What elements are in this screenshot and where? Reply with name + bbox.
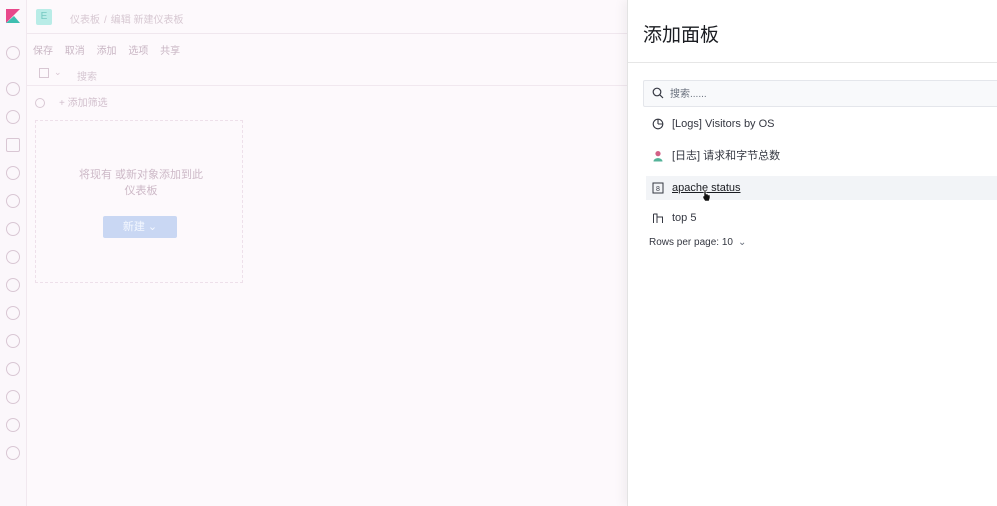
devtools-icon[interactable] <box>6 390 20 404</box>
list-item[interactable]: top 5 <box>648 206 997 230</box>
pie-chart-icon <box>652 118 664 130</box>
search-input[interactable] <box>670 85 990 103</box>
apm-icon[interactable] <box>6 306 20 320</box>
header-bar: E 仪表板 / 编辑 新建仪表板 <box>27 0 627 34</box>
monitoring-icon[interactable] <box>6 418 20 432</box>
query-bar: ⌄ 搜索 <box>27 62 627 86</box>
side-nav <box>0 0 27 506</box>
empty-dashboard-panel: 将现有 或新对象添加到此 仪表板 新建 ⌄ <box>35 120 243 283</box>
chevron-down-icon[interactable]: ⌄ <box>54 67 62 78</box>
new-button[interactable]: 新建 ⌄ <box>103 216 177 238</box>
rows-per-page[interactable]: Rows per page: 10 ⌄ <box>649 237 746 248</box>
search-icon <box>652 87 664 99</box>
saved-query-icon[interactable] <box>39 68 49 78</box>
menu-save[interactable]: 保存 <box>33 46 53 57</box>
management-icon[interactable] <box>6 446 20 460</box>
uptime-icon[interactable] <box>6 334 20 348</box>
app-badge[interactable]: E <box>36 9 52 25</box>
user-icon <box>653 151 663 162</box>
ml-icon[interactable] <box>6 222 20 236</box>
filter-options-icon[interactable] <box>35 98 45 109</box>
add-panels-flyout: 添加面板 [Logs] Visitors by OS [日志] 请求和字节总数 … <box>627 0 997 506</box>
siem-icon[interactable] <box>6 362 20 376</box>
add-filter-link[interactable]: + 添加筛选 <box>59 98 108 109</box>
svg-text:8: 8 <box>656 186 660 193</box>
search-box <box>643 80 997 107</box>
canvas-icon[interactable] <box>6 166 20 180</box>
recent-icon[interactable] <box>6 46 20 60</box>
hand-cursor-icon <box>702 190 711 202</box>
flyout-title: 添加面板 <box>643 25 720 46</box>
breadcrumb: 仪表板 / 编辑 新建仪表板 <box>70 15 184 26</box>
menu-cancel[interactable]: 取消 <box>65 46 85 57</box>
table-icon <box>653 213 663 223</box>
logs-icon[interactable] <box>6 278 20 292</box>
metric-icon: 8 <box>652 182 664 194</box>
visualize-icon[interactable] <box>6 110 20 124</box>
dashboard-icon[interactable] <box>6 138 20 152</box>
dashboard-editor-background: E 仪表板 / 编辑 新建仪表板 保存 取消 添加 选项 共享 ⌄ 搜索 + 添加筛… <box>27 0 627 506</box>
list-item-label: top 5 <box>672 212 697 224</box>
breadcrumb-current: 编辑 新建仪表板 <box>110 15 184 26</box>
infra-icon[interactable] <box>6 250 20 264</box>
maps-icon[interactable] <box>6 194 20 208</box>
kibana-logo-icon[interactable] <box>5 8 21 24</box>
divider <box>628 62 997 63</box>
list-item-label: [Logs] Visitors by OS <box>672 118 775 130</box>
rows-per-page-label: Rows per page: 10 <box>649 237 733 248</box>
chevron-down-icon: ⌄ <box>737 237 747 248</box>
list-item[interactable]: [Logs] Visitors by OS <box>648 112 997 136</box>
breadcrumb-dashboards[interactable]: 仪表板 <box>70 15 100 26</box>
list-item[interactable]: 8 apache status <box>646 176 997 200</box>
discover-icon[interactable] <box>6 82 20 96</box>
empty-dashboard-text: 将现有 或新对象添加到此 仪表板 <box>78 169 204 197</box>
query-input[interactable]: 搜索 <box>77 68 97 83</box>
menu-add[interactable]: 添加 <box>97 46 117 57</box>
list-item[interactable]: [日志] 请求和字节总数 <box>648 144 997 168</box>
list-item-label: [日志] 请求和字节总数 <box>672 150 781 162</box>
menu-share[interactable]: 共享 <box>160 46 180 57</box>
menu-options[interactable]: 选项 <box>128 46 148 57</box>
filter-bar: + 添加筛选 <box>35 94 108 109</box>
top-menu: 保存 取消 添加 选项 共享 <box>33 42 189 57</box>
